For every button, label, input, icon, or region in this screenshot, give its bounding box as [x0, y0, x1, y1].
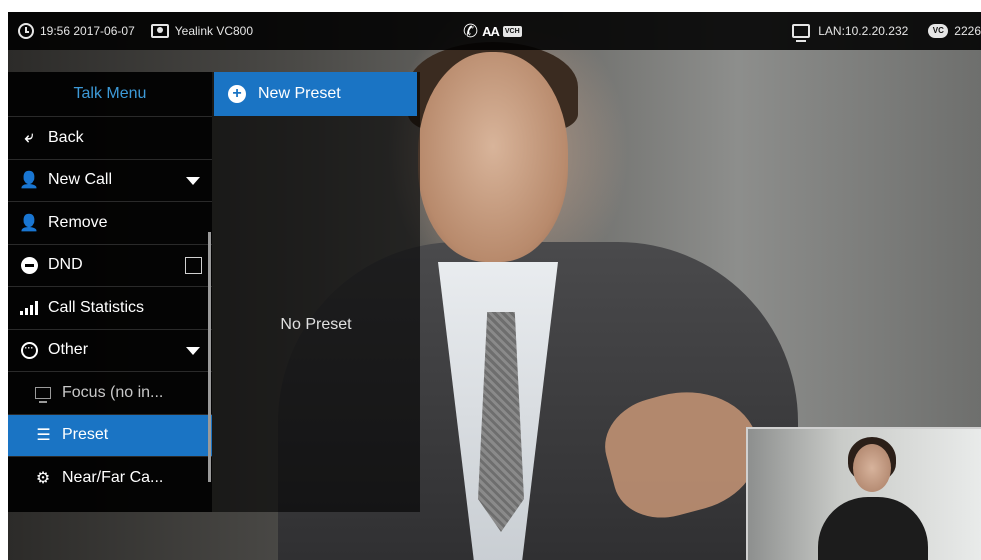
vch-icon: VCH — [502, 25, 522, 37]
lan-address: LAN:10.2.20.232 — [818, 24, 909, 38]
menu-item-label: Back — [48, 128, 84, 146]
dots-circle-icon: ··· — [20, 341, 38, 359]
menu-item-label: Focus (no in... — [62, 383, 164, 401]
dnd-checkbox[interactable] — [185, 256, 202, 274]
pip-person-head — [853, 444, 891, 492]
vc-icon: VC — [928, 24, 949, 38]
menu-item-label: New Call — [48, 171, 113, 189]
menu-item-back[interactable]: ⤶ Back — [8, 116, 212, 159]
menu-scrollbar[interactable] — [208, 232, 211, 482]
add-user-icon: 👤 — [19, 172, 39, 190]
minus-circle-icon — [20, 256, 38, 274]
menu-item-preset[interactable]: ☰ Preset — [8, 413, 212, 456]
caret-down-icon — [186, 346, 200, 355]
contact-card-icon — [150, 24, 169, 38]
phone-icon: ✆ — [463, 21, 479, 41]
status-bar-center: ✆ AA VCH — [463, 12, 522, 50]
menu-item-label: Near/Far Ca... — [62, 468, 164, 486]
new-preset-label: New Preset — [258, 85, 341, 102]
clock-icon — [18, 23, 34, 39]
menu-item-dnd[interactable]: DND — [8, 243, 212, 287]
no-preset-text: No Preset — [280, 316, 352, 333]
signal-bars-icon — [20, 300, 38, 315]
talk-menu-title: Talk Menu — [73, 85, 147, 102]
focus-icon — [35, 386, 51, 403]
pip-person-body — [818, 497, 928, 560]
camera-gear-icon: ⚙ — [35, 469, 51, 487]
picture-in-picture-feed[interactable] — [746, 427, 981, 560]
menu-item-label: Other — [48, 341, 89, 359]
device-name: Yealink VC800 — [174, 24, 254, 38]
menu-item-new-call[interactable]: 👤 New Call — [8, 158, 212, 202]
speaker-head — [418, 52, 568, 262]
new-preset-button[interactable]: + New Preset — [214, 72, 417, 116]
menu-item-label: Call Statistics — [48, 298, 145, 316]
time-date: 19:56 2017-06-07 — [40, 24, 135, 38]
menu-item-label: DND — [48, 256, 83, 274]
status-bar: 19:56 2017-06-07 Yealink VC800 ✆ AA VCH … — [8, 12, 981, 50]
preset-panel: + New Preset No Preset — [212, 72, 420, 512]
menu-item-label: Remove — [48, 213, 108, 231]
status-bar-left: 19:56 2017-06-07 Yealink VC800 — [18, 12, 253, 50]
menu-item-label: Preset — [62, 426, 109, 444]
back-arrow-icon: ⤶ — [24, 128, 34, 146]
font-size-icon: AA — [482, 23, 500, 39]
remove-user-icon: 👤 — [19, 214, 39, 232]
menu-item-focus[interactable]: Focus (no in... — [8, 371, 212, 414]
menu-item-call-statistics[interactable]: Call Statistics — [8, 286, 212, 329]
vc-number: 2226 — [954, 24, 981, 38]
talk-menu: Talk Menu ⤶ Back 👤 New Call 👤 Remove DND… — [8, 72, 212, 512]
menu-item-remove[interactable]: 👤 Remove — [8, 201, 212, 244]
plus-circle-icon: + — [228, 85, 246, 103]
network-icon — [792, 24, 811, 42]
status-bar-right: LAN:10.2.20.232 VC 2226 — [792, 12, 981, 50]
menu-item-near-far-camera[interactable]: ⚙ Near/Far Ca... — [8, 456, 212, 499]
menu-item-other[interactable]: ··· Other — [8, 328, 212, 372]
caret-down-icon — [186, 176, 200, 185]
preset-icon: ☰ — [36, 427, 50, 445]
